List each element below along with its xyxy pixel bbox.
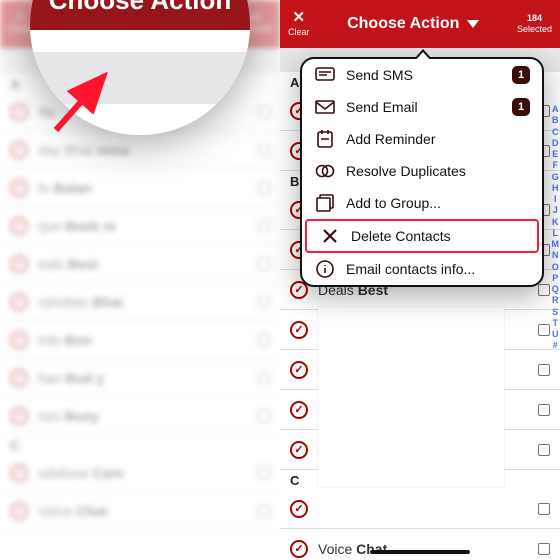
checkmark-icon — [10, 464, 28, 482]
menu-item-label: Send SMS — [346, 67, 502, 83]
choose-action-dropdown[interactable]: Choose Action — [347, 15, 479, 33]
contact-name: rshottan Bhai — [38, 294, 258, 310]
contact-name: han Bud y — [38, 370, 258, 386]
list-item[interactable]: nes Busy — [0, 397, 280, 435]
sms-icon — [314, 67, 336, 83]
list-item[interactable]: Voice Chat — [0, 492, 280, 530]
list-item[interactable]: rjun Beeb m — [0, 207, 280, 245]
checkmark-icon — [10, 407, 28, 425]
info-icon — [314, 260, 336, 278]
checkmark-icon — [10, 331, 28, 349]
card-icon — [258, 334, 270, 346]
checkmark-icon — [290, 500, 308, 518]
contact-name: Voice Chat — [38, 503, 258, 519]
menu-item-label: Add to Group... — [346, 195, 530, 211]
zoom-bubble: Choose Action — [0, 0, 280, 200]
list-item[interactable]: odafone Care — [0, 454, 280, 492]
contact-name: irds Bon — [38, 332, 258, 348]
card-icon — [258, 258, 270, 270]
list-item[interactable]: rshottan Bhai — [0, 283, 280, 321]
chevron-down-icon — [467, 20, 479, 28]
menu-item-label: Email contacts info... — [346, 261, 530, 277]
contact-name: rjun Beeb m — [38, 218, 258, 234]
contact-name: eals Best — [38, 256, 258, 272]
card-icon — [538, 503, 550, 515]
alpha-index[interactable]: ABCDEFGHIJKLMNOPQRSTU# — [552, 104, 560, 352]
menu-item-info[interactable]: Email contacts info... — [302, 253, 542, 285]
menu-item-email[interactable]: Send Email 1 — [302, 91, 542, 123]
count-badge: 1 — [512, 66, 530, 84]
card-icon — [538, 543, 550, 555]
delete-icon — [319, 227, 341, 245]
menu-item-label: Resolve Duplicates — [346, 163, 530, 179]
white-overlay — [318, 307, 504, 487]
list-item[interactable]: eals Best — [0, 245, 280, 283]
checkmark-icon — [290, 401, 308, 419]
menu-item-duplicates[interactable]: Resolve Duplicates — [302, 155, 542, 187]
checkmark-icon — [10, 502, 28, 520]
checkmark-icon — [10, 369, 28, 387]
left-panel: ✕Clear Choose Action 184Selected A Yaday… — [0, 0, 280, 560]
menu-item-delete[interactable]: Delete Contacts — [305, 219, 539, 253]
right-panel: ✕Clear Choose Action 184Selected A B Dea… — [280, 0, 560, 560]
menu-item-label: Send Email — [346, 99, 502, 115]
card-icon — [258, 220, 270, 232]
contact-name: Voice Chat — [318, 541, 538, 557]
checkmark-icon — [10, 293, 28, 311]
card-icon — [538, 444, 550, 456]
card-icon — [258, 467, 270, 479]
menu-item-label: Delete Contacts — [351, 228, 525, 244]
menu-item-sms[interactable]: Send SMS 1 — [302, 59, 542, 91]
card-icon — [258, 410, 270, 422]
checkmark-icon — [10, 217, 28, 235]
menu-item-label: Add Reminder — [346, 131, 530, 147]
zoom-header: Choose Action — [30, 0, 250, 30]
duplicates-icon — [314, 162, 336, 180]
card-icon — [538, 324, 550, 336]
checkmark-icon — [290, 321, 308, 339]
clear-button[interactable]: ✕Clear — [288, 10, 310, 37]
menu-item-reminder[interactable]: Add Reminder — [302, 123, 542, 155]
checkmark-icon — [10, 255, 28, 273]
list-item[interactable]: han Bud y — [0, 359, 280, 397]
menu-item-group[interactable]: Add to Group... — [302, 187, 542, 219]
count-badge: 1 — [512, 98, 530, 116]
card-icon — [538, 284, 550, 296]
list-item[interactable]: irds Bon — [0, 321, 280, 359]
checkmark-icon — [290, 361, 308, 379]
card-icon — [258, 296, 270, 308]
group-icon — [314, 194, 336, 212]
checkmark-icon — [290, 441, 308, 459]
list-item[interactable]: Voice Chat — [280, 529, 560, 560]
action-menu-popover: Send SMS 1 Send Email 1 Add Reminder Resolve … — [300, 57, 544, 287]
contact-name: nes Busy — [38, 408, 258, 424]
email-icon — [314, 99, 336, 115]
home-indicator — [370, 550, 470, 554]
section-header: C — [0, 435, 280, 454]
selected-count: 184Selected — [517, 14, 552, 35]
list-item[interactable] — [280, 489, 560, 529]
card-icon — [538, 364, 550, 376]
card-icon — [538, 404, 550, 416]
contact-name: odafone Care — [38, 465, 258, 481]
card-icon — [258, 505, 270, 517]
right-header: ✕Clear Choose Action 184Selected — [280, 0, 560, 48]
card-icon — [258, 372, 270, 384]
reminder-icon — [314, 129, 336, 149]
checkmark-icon — [290, 540, 308, 558]
